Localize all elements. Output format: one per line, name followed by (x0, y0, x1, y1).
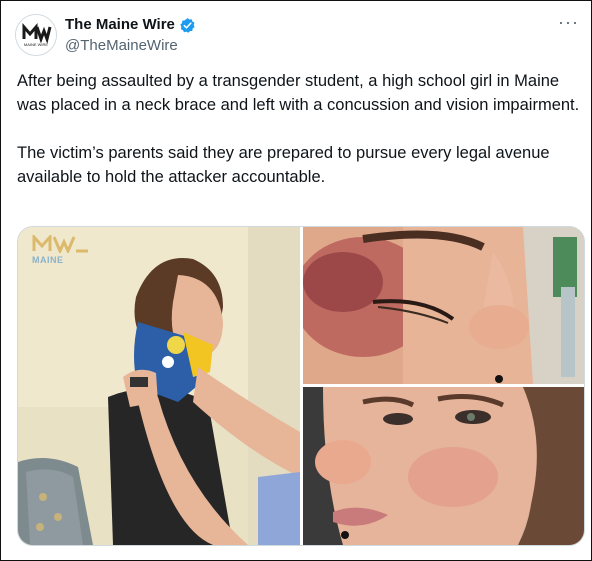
author-name-row[interactable]: The Maine Wire (65, 16, 196, 34)
author-avatar[interactable]: MAINE WIRE (15, 14, 57, 56)
author-handle[interactable]: @TheMaineWire (65, 37, 178, 54)
tweet-card: MAINE WIRE The Maine Wire @TheMaineWire … (0, 0, 592, 561)
maine-wire-logo-icon: MAINE WIRE (16, 15, 56, 55)
tweet-text: After being assaulted by a transgender s… (17, 69, 582, 189)
tweet-paragraph-2: The victim’s parents said they are prepa… (17, 144, 550, 186)
verified-badge-icon (179, 17, 196, 34)
author-name[interactable]: The Maine Wire (65, 16, 175, 34)
watermark-text: MAINE (32, 255, 64, 265)
svg-text:MAINE WIRE: MAINE WIRE (24, 42, 49, 47)
photo-face-side[interactable] (303, 387, 584, 545)
watermark-logo-icon (32, 235, 90, 253)
watermark: MAINE (32, 235, 90, 265)
tweet-paragraph-1: After being assaulted by a transgender s… (17, 72, 580, 114)
photo-neck-brace[interactable]: MAINE (18, 227, 300, 545)
more-options-icon[interactable]: ··· (558, 13, 579, 31)
media-grid: MAINE (17, 226, 585, 546)
photo-eye-closeup[interactable] (303, 227, 584, 384)
